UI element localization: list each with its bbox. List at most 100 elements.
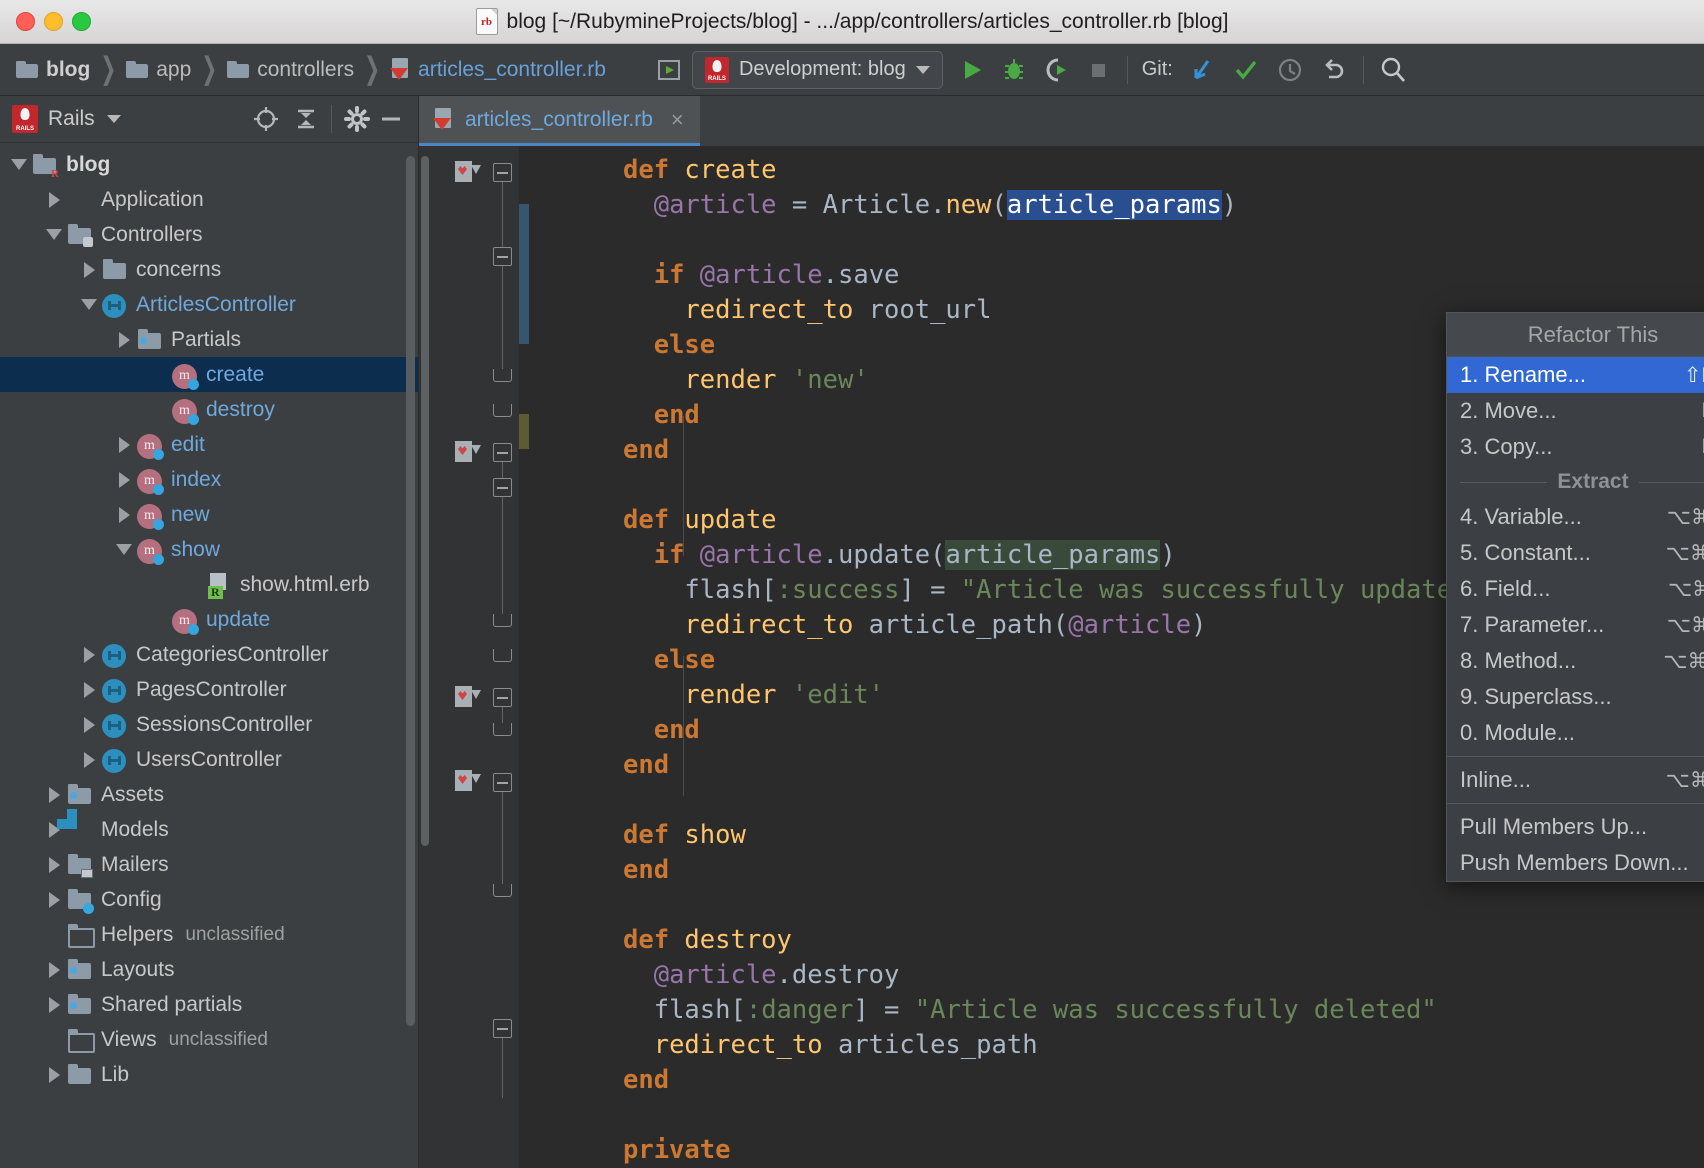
breadcrumb-item-controllers[interactable]: controllers xyxy=(225,58,356,82)
tree-expand-arrow[interactable] xyxy=(111,497,137,532)
close-icon[interactable]: × xyxy=(671,107,684,133)
tree-expand-arrow[interactable] xyxy=(111,427,137,462)
tree-item-views[interactable]: Viewsunclassified xyxy=(0,1022,418,1057)
tree-item-update[interactable]: mupdate xyxy=(0,602,418,637)
fold-toggle[interactable] xyxy=(493,1019,512,1038)
rollback-icon[interactable] xyxy=(1319,55,1349,85)
tree-expand-arrow[interactable] xyxy=(76,252,102,287)
menu-item-7-parameter[interactable]: 7. Parameter...⌥⌘P xyxy=(1447,607,1704,643)
tree-item-index[interactable]: mindex xyxy=(0,462,418,497)
tree-item-sessionscontroller[interactable]: SessionsController xyxy=(0,707,418,742)
run-method-marker[interactable] xyxy=(455,769,481,795)
menu-item-push-members-down[interactable]: Push Members Down... xyxy=(1447,845,1704,881)
stop-icon[interactable] xyxy=(1083,55,1113,85)
tree-item-concerns[interactable]: concerns xyxy=(0,252,418,287)
menu-item-4-variable[interactable]: 4. Variable...⌥⌘V xyxy=(1447,499,1704,535)
scrollbar-thumb[interactable] xyxy=(421,156,429,846)
tree-item-application[interactable]: Application xyxy=(0,182,418,217)
run-coverage-icon[interactable] xyxy=(1041,55,1071,85)
tree-expand-arrow[interactable] xyxy=(76,672,102,707)
maximize-window-button[interactable] xyxy=(72,12,91,31)
menu-item-2-move[interactable]: 2. Move...F6 xyxy=(1447,393,1704,429)
vcs-change-marker[interactable] xyxy=(519,274,529,344)
tree-item-helpers[interactable]: Helpersunclassified xyxy=(0,917,418,952)
fold-toggle[interactable] xyxy=(493,773,512,792)
tree-expand-arrow[interactable] xyxy=(41,952,67,987)
tree-expand-arrow[interactable] xyxy=(76,742,102,777)
tree-item-create[interactable]: mcreate xyxy=(0,357,418,392)
update-project-icon[interactable] xyxy=(1187,55,1217,85)
tree-item-articlescontroller[interactable]: ArticlesController xyxy=(0,287,418,322)
tree-expand-arrow[interactable] xyxy=(41,882,67,917)
refactor-this-popup[interactable]: Refactor This 1. Rename...⇧F62. Move...F… xyxy=(1446,312,1704,882)
menu-item-6-field[interactable]: 6. Field...⌥⌘F xyxy=(1447,571,1704,607)
menu-item-5-constant[interactable]: 5. Constant...⌥⌘C xyxy=(1447,535,1704,571)
tree-expand-arrow[interactable] xyxy=(76,637,102,672)
breadcrumb-item-app[interactable]: app xyxy=(124,58,193,82)
tree-item-show[interactable]: mshow xyxy=(0,532,418,567)
tree-expand-arrow[interactable] xyxy=(6,147,32,182)
tree-item-controllers[interactable]: Controllers xyxy=(0,217,418,252)
tree-item-edit[interactable]: medit xyxy=(0,427,418,462)
menu-item-3-copy[interactable]: 3. Copy...F5 xyxy=(1447,429,1704,465)
menu-item-inline[interactable]: Inline...⌥⌘N xyxy=(1447,762,1704,798)
tree-item-assets[interactable]: Assets xyxy=(0,777,418,812)
run-configuration-selector[interactable]: RAILS Development: blog xyxy=(692,51,943,89)
tree-expand-arrow[interactable] xyxy=(41,182,67,217)
fold-toggle[interactable] xyxy=(493,688,512,707)
tree-expand-arrow[interactable] xyxy=(41,987,67,1022)
vcs-change-marker[interactable] xyxy=(519,204,529,274)
history-icon[interactable] xyxy=(1275,55,1305,85)
hide-panel-icon[interactable] xyxy=(374,102,408,136)
editor-left-scrollbar[interactable] xyxy=(419,146,431,1168)
breadcrumb-item-blog[interactable]: blog xyxy=(14,58,92,82)
fold-toggle[interactable] xyxy=(493,443,512,462)
tree-expand-arrow[interactable] xyxy=(111,462,137,497)
editor-gutter[interactable] xyxy=(431,146,519,1168)
tree-item-partials[interactable]: Partials xyxy=(0,322,418,357)
run-method-marker[interactable] xyxy=(455,440,481,466)
debug-icon[interactable] xyxy=(999,55,1029,85)
project-tree[interactable]: RblogApplicationControllersconcernsArtic… xyxy=(0,143,418,1168)
menu-item-1-rename[interactable]: 1. Rename...⇧F6 xyxy=(1447,357,1704,393)
vcs-change-marker[interactable] xyxy=(519,414,529,449)
tab-articles-controller[interactable]: articles_controller.rb × xyxy=(419,96,700,146)
tree-item-mailers[interactable]: Mailers xyxy=(0,847,418,882)
tree-item-destroy[interactable]: mdestroy xyxy=(0,392,418,427)
tree-item-shared-partials[interactable]: Shared partials xyxy=(0,987,418,1022)
menu-item-8-method[interactable]: 8. Method...⌥⌘M xyxy=(1447,643,1704,679)
tree-expand-arrow[interactable] xyxy=(41,847,67,882)
tree-expand-arrow[interactable] xyxy=(41,812,67,847)
menu-item-0-module[interactable]: 0. Module... xyxy=(1447,715,1704,751)
tree-item-show-html-erb[interactable]: Rshow.html.erb xyxy=(0,567,418,602)
tree-item-pagescontroller[interactable]: PagesController xyxy=(0,672,418,707)
locate-icon[interactable] xyxy=(249,102,283,136)
minimize-window-button[interactable] xyxy=(44,12,63,31)
tree-item-blog[interactable]: Rblog xyxy=(0,147,418,182)
fold-toggle[interactable] xyxy=(493,163,512,182)
fold-toggle[interactable] xyxy=(493,247,512,266)
breadcrumb-item-file[interactable]: articles_controller.rb xyxy=(388,58,608,82)
gear-icon[interactable] xyxy=(340,102,374,136)
menu-item-pull-members-up[interactable]: Pull Members Up... xyxy=(1447,809,1704,845)
tree-item-models[interactable]: Models xyxy=(0,812,418,847)
select-in-icon[interactable] xyxy=(654,55,684,85)
tree-item-lib[interactable]: Lib xyxy=(0,1057,418,1092)
tree-item-config[interactable]: Config xyxy=(0,882,418,917)
search-everywhere-icon[interactable] xyxy=(1378,55,1408,85)
tree-expand-arrow[interactable] xyxy=(111,532,137,567)
tree-expand-arrow[interactable] xyxy=(111,322,137,357)
fold-toggle[interactable] xyxy=(493,478,512,497)
collapse-all-icon[interactable] xyxy=(289,102,323,136)
commit-icon[interactable] xyxy=(1231,55,1261,85)
window-controls[interactable] xyxy=(0,12,91,31)
tree-expand-arrow[interactable] xyxy=(76,287,102,322)
tree-expand-arrow[interactable] xyxy=(41,217,67,252)
tree-item-new[interactable]: mnew xyxy=(0,497,418,532)
chevron-down-icon[interactable] xyxy=(107,115,121,123)
menu-item-9-superclass[interactable]: 9. Superclass... xyxy=(1447,679,1704,715)
sidebar-scrollbar[interactable] xyxy=(406,156,415,1026)
tree-expand-arrow[interactable] xyxy=(76,707,102,742)
tree-item-userscontroller[interactable]: UsersController xyxy=(0,742,418,777)
tree-expand-arrow[interactable] xyxy=(41,1057,67,1092)
